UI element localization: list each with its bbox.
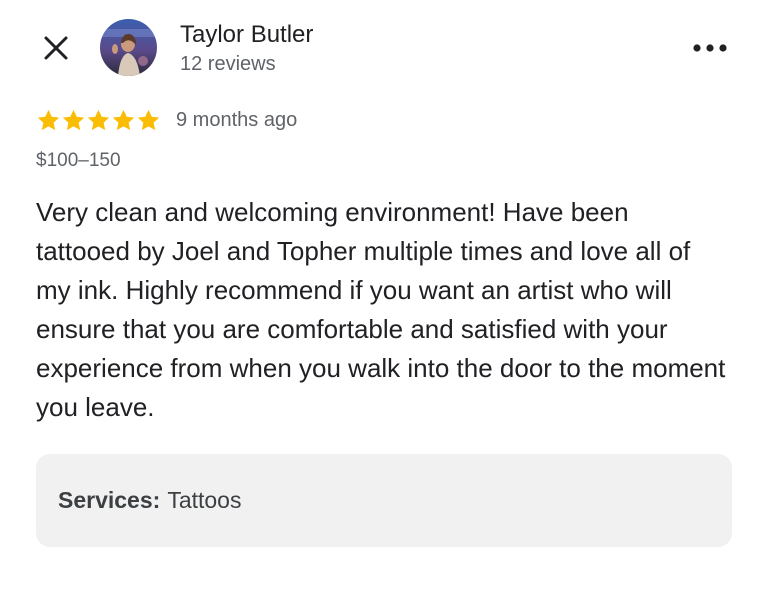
avatar[interactable] — [100, 19, 157, 76]
star-icon — [87, 109, 110, 130]
more-options-button[interactable] — [688, 30, 732, 66]
star-icon — [112, 109, 135, 130]
services-box: Services: Tattoos — [36, 454, 732, 547]
reviewer-review-count: 12 reviews — [180, 53, 276, 75]
review-date: 9 months ago — [176, 109, 298, 131]
star-icon — [137, 109, 160, 130]
reviewer-name[interactable]: Taylor Butler — [180, 20, 313, 50]
services-label: Services: — [58, 487, 161, 513]
more-horizontal-icon — [693, 44, 727, 52]
services-value: Tattoos — [167, 487, 242, 513]
reviewer-info: Taylor Butler 12 reviews — [180, 20, 313, 77]
price-range: $100–150 — [36, 150, 121, 171]
review-text: Very clean and welcoming environment! Ha… — [36, 197, 726, 422]
star-icon — [62, 109, 85, 130]
close-button[interactable] — [38, 30, 74, 66]
close-icon — [44, 36, 68, 60]
rating-row: 9 months ago — [36, 107, 297, 133]
star-icon — [37, 109, 60, 130]
star-rating — [36, 108, 161, 133]
profile-photo — [100, 19, 157, 76]
